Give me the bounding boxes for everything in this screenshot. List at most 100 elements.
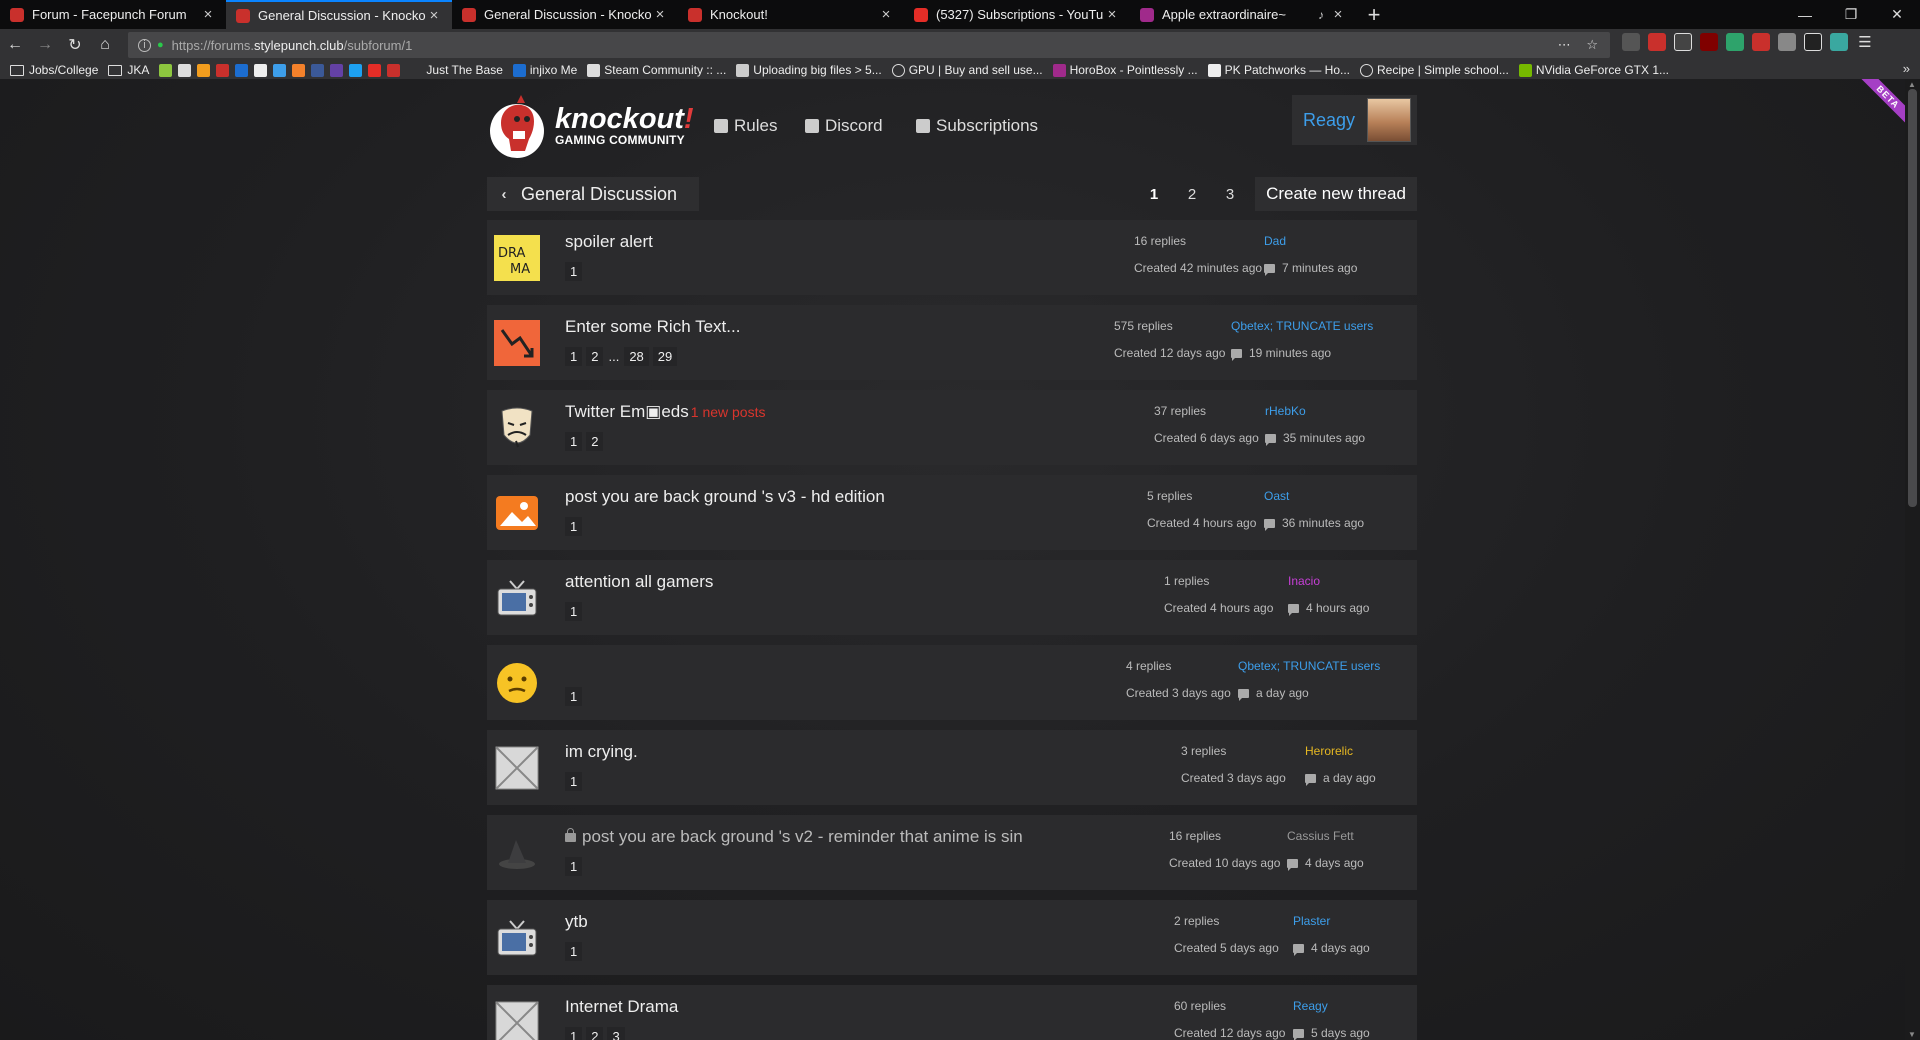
bookmark-item[interactable]: Uploading big files > 5... [736, 63, 882, 77]
page-link[interactable]: 1 [1135, 186, 1173, 203]
close-tab-icon[interactable]: × [652, 6, 668, 23]
browser-tab[interactable]: Knockout! × [678, 0, 904, 29]
thread-row[interactable]: DRA MA spoiler alert 1 16 replies Created 42 … [487, 220, 1417, 295]
url-bar[interactable]: i ● https://forums.stylepunch.club/subfo… [128, 32, 1610, 58]
last-post-user[interactable]: Reagy [1293, 999, 1328, 1013]
nav-subscriptions[interactable]: Subscriptions [916, 116, 1038, 136]
scroll-up-icon[interactable]: ▲ [1908, 80, 1916, 89]
avatar[interactable] [1367, 98, 1411, 142]
bookmark-item[interactable]: PK Patchworks — Ho... [1207, 63, 1350, 77]
thread-page-link[interactable]: 1 [565, 262, 583, 281]
browser-tab[interactable]: General Discussion - Knockout! × [452, 0, 678, 29]
create-thread-button[interactable]: Create new thread [1255, 177, 1417, 211]
home-icon[interactable]: ⌂ [90, 36, 120, 54]
thread-title[interactable]: Enter some Rich Text... [565, 317, 740, 337]
last-post-user[interactable]: Plaster [1293, 914, 1330, 928]
browser-tab[interactable]: Apple extraordinaire~ ♪ × [1130, 0, 1356, 29]
last-post-time[interactable]: a day ago [1238, 686, 1309, 701]
back-to-forums[interactable]: ‹ General Discussion [487, 177, 699, 211]
bookmark-favicon[interactable] [159, 63, 173, 77]
bookmark-folder[interactable]: Jobs/College [10, 63, 98, 77]
back-icon[interactable]: ← [0, 36, 30, 54]
thread-page-link[interactable]: 1 [565, 347, 583, 366]
thread-title[interactable]: im crying. [565, 742, 638, 762]
thread-title[interactable]: spoiler alert [565, 232, 653, 252]
close-tab-icon[interactable]: × [1104, 6, 1120, 23]
lock-extension-icon[interactable] [1752, 33, 1770, 51]
bookmark-favicon[interactable] [235, 63, 249, 77]
forward-icon[interactable]: → [30, 36, 60, 54]
last-post-time[interactable]: 4 hours ago [1288, 601, 1369, 616]
close-tab-icon[interactable]: × [1330, 6, 1346, 23]
bookmark-favicon[interactable] [387, 63, 401, 77]
last-post-user[interactable]: Qbetex; TRUNCATE users [1238, 659, 1380, 673]
last-post-user[interactable]: rHebKo [1265, 404, 1306, 418]
bookmark-item[interactable]: Just The Base [426, 63, 503, 77]
nav-discord[interactable]: Discord [805, 116, 883, 136]
scroll-down-icon[interactable]: ▼ [1908, 1030, 1916, 1039]
bookmark-favicon[interactable] [273, 63, 287, 77]
last-post-time[interactable]: a day ago [1305, 771, 1376, 786]
last-post-time[interactable]: 36 minutes ago [1264, 516, 1364, 531]
thread-row[interactable]: Internet Drama 1 2 3 60 replies Created 12 da… [487, 985, 1417, 1040]
thread-row[interactable]: ytb 1 2 replies Created 5 days ago Plaster 4 … [487, 900, 1417, 975]
last-post-user[interactable]: Dad [1264, 234, 1286, 248]
new-tab-button[interactable]: + [1356, 0, 1392, 29]
browser-tab[interactable]: (5327) Subscriptions - YouTube × [904, 0, 1130, 29]
close-window-icon[interactable]: ✕ [1874, 0, 1920, 29]
bookmark-favicon[interactable] [330, 63, 344, 77]
thread-title[interactable]: Internet Drama [565, 997, 678, 1017]
bookmarks-overflow-icon[interactable]: » [1903, 61, 1910, 76]
bookmark-favicon[interactable] [368, 63, 382, 77]
thread-page-link[interactable]: 1 [565, 857, 583, 876]
thread-page-link[interactable]: 1 [565, 432, 583, 451]
shield-extension-icon[interactable] [1804, 33, 1822, 51]
bookmark-favicon[interactable] [292, 63, 306, 77]
bookmark-favicon[interactable] [216, 63, 230, 77]
bookmark-favicon[interactable] [197, 63, 211, 77]
last-post-user[interactable]: Inacio [1288, 574, 1320, 588]
bookmark-favicon[interactable] [178, 63, 192, 77]
mail-extension-icon[interactable] [1648, 33, 1666, 51]
username[interactable]: Reagy [1303, 110, 1355, 131]
thread-page-link[interactable]: 1 [565, 1027, 583, 1040]
thread-title[interactable]: post you are back ground 's v2 - reminde… [565, 827, 1023, 847]
bookmark-favicon[interactable] [349, 63, 363, 77]
bookmark-item[interactable]: GPU | Buy and sell use... [891, 63, 1043, 77]
bookmark-item[interactable]: NVidia GeForce GTX 1... [1518, 63, 1669, 77]
thread-title[interactable]: ytb [565, 912, 588, 932]
last-post-user[interactable]: Cassius Fett [1287, 829, 1354, 843]
puzzle-extension-icon[interactable] [1778, 33, 1796, 51]
new-posts-badge[interactable]: 1 new posts [691, 404, 766, 420]
last-post-user[interactable]: Herorelic [1305, 744, 1353, 758]
glasses-extension-icon[interactable] [1674, 33, 1692, 51]
restore-icon[interactable]: ❐ [1828, 0, 1874, 29]
thread-row[interactable]: post you are back ground 's v3 - hd edit… [487, 475, 1417, 550]
thread-page-link[interactable]: 29 [652, 347, 678, 366]
bookmark-item[interactable]: HoroBox - Pointlessly ... [1052, 63, 1198, 77]
last-post-time[interactable]: 4 days ago [1287, 856, 1364, 871]
thread-page-link[interactable]: 1 [565, 602, 583, 621]
browser-tab[interactable]: Forum - Facepunch Forum × [0, 0, 226, 29]
last-post-time[interactable]: 7 minutes ago [1264, 261, 1357, 276]
thread-title[interactable]: Twitter Em▣eds 1 new posts [565, 402, 765, 422]
bookmark-item[interactable]: injixo Me [512, 63, 577, 77]
thread-page-link[interactable]: 3 [607, 1027, 625, 1040]
user-menu[interactable]: Reagy [1292, 95, 1417, 145]
sidebar-icon[interactable] [1622, 33, 1640, 51]
last-post-user[interactable]: Oast [1264, 489, 1289, 503]
thread-row[interactable]: attention all gamers 1 1 replies Created 4 … [487, 560, 1417, 635]
last-post-time[interactable]: 5 days ago [1293, 1026, 1370, 1040]
thread-row[interactable]: Twitter Em▣eds 1 new posts 1 2 37 replies Cre… [487, 390, 1417, 465]
thread-row[interactable]: Enter some Rich Text... 1 2... 28 29 575 repl… [487, 305, 1417, 380]
bookmark-favicon[interactable] [254, 63, 268, 77]
brand-name[interactable]: knockout! [555, 105, 694, 134]
thread-row[interactable]: post you are back ground 's v2 - reminde… [487, 815, 1417, 890]
thread-page-link[interactable]: 1 [565, 687, 583, 706]
ublock-icon[interactable] [1700, 33, 1718, 51]
minimize-icon[interactable]: — [1782, 0, 1828, 29]
page-link[interactable]: 2 [1173, 186, 1211, 203]
knockout-logo-icon[interactable] [487, 95, 547, 159]
thread-title[interactable]: attention all gamers [565, 572, 713, 592]
thread-page-link[interactable]: 2 [586, 347, 604, 366]
